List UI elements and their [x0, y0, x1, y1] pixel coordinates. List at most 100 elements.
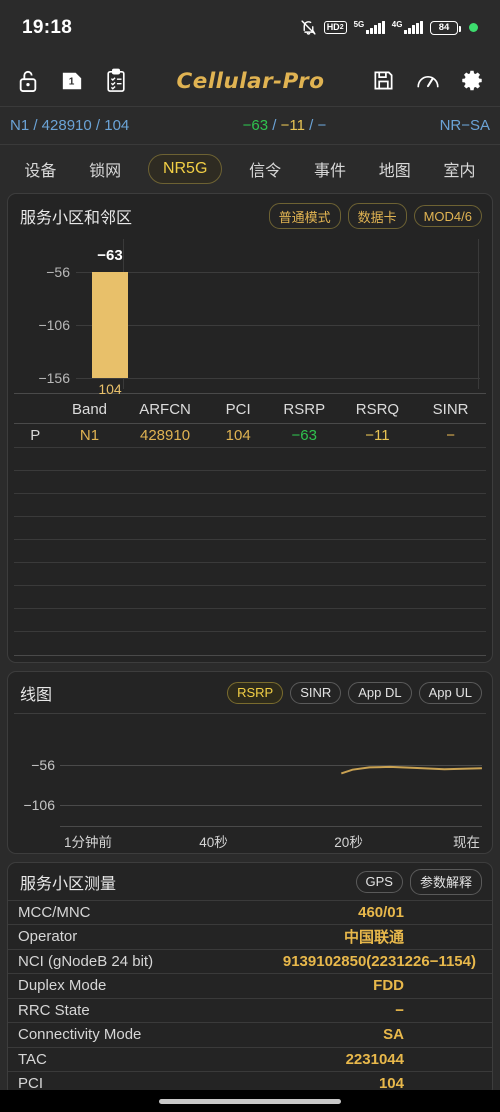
metric-rsrp-button[interactable]: RSRP: [227, 681, 284, 704]
line-chart-plot: −56 −106: [23, 720, 482, 827]
metric-sinr-button[interactable]: SINR: [290, 681, 342, 704]
param-explain-button[interactable]: 参数解释: [409, 868, 482, 895]
status-icon-group: HD 2 5G 4G 84: [300, 19, 478, 36]
bar-chart-ytick-1: −106: [38, 317, 70, 333]
line-chart-xtick-0: 1分钟前: [64, 834, 113, 850]
hd-sub-label: 2: [339, 24, 344, 31]
metric-app-dl-button[interactable]: App DL: [348, 681, 412, 704]
tab-nr5g[interactable]: NR5G: [147, 154, 223, 184]
measurement-card: 服务小区测量 GPS 参数解释 MCC/MNC 460/01 Operator …: [7, 861, 493, 1090]
cell-identity-label: N1 / 428910 / 104: [10, 117, 130, 134]
th-rsrq: RSRQ: [339, 398, 416, 424]
measurement-value: 9139102850(2231226−1154): [282, 952, 476, 970]
line-chart-card: 线图 RSRP SINR App DL App UL −56 −106 1分钟前…: [7, 670, 493, 854]
table-row: [14, 516, 486, 540]
measurement-key: Connectivity Mode: [18, 1026, 142, 1044]
battery-icon: 84: [430, 20, 461, 35]
table-row: [14, 585, 486, 609]
mute-bell-icon: [300, 19, 317, 36]
hd2-icon: HD 2: [323, 21, 347, 34]
metric-app-ul-button[interactable]: App UL: [418, 681, 482, 704]
tab-indoor[interactable]: 室内: [438, 153, 482, 185]
tab-map[interactable]: 地图: [373, 153, 417, 185]
th-arfcn: ARFCN: [122, 398, 208, 424]
speedometer-icon[interactable]: [414, 67, 442, 95]
signal-5g-bars: [366, 21, 385, 34]
cell-table: Band ARFCN PCI RSRP RSRQ SINR P N1 42891: [14, 398, 486, 655]
save-floppy-icon[interactable]: [370, 67, 398, 95]
th-pci: PCI: [207, 398, 269, 424]
recording-dot-icon: [469, 23, 478, 32]
gear-icon[interactable]: [458, 67, 486, 95]
table-row: [14, 562, 486, 586]
sinr-value: −: [317, 117, 327, 134]
measurement-value: 460/01: [358, 903, 404, 921]
measurement-value: −: [395, 1001, 404, 1019]
tab-events[interactable]: 事件: [308, 153, 352, 185]
main-content: 服务小区和邻区 普通模式 数据卡 MOD4/6 −56 −106 −156 −6…: [0, 193, 500, 1090]
bar-chart-xtick-0: 104: [98, 381, 122, 397]
table-row[interactable]: P N1 428910 104 −63 −11 −: [14, 423, 486, 448]
measurement-value: 2231044: [345, 1050, 404, 1068]
cell-table-header-row: Band ARFCN PCI RSRP RSRQ SINR: [14, 398, 486, 424]
unlock-icon[interactable]: [14, 67, 42, 95]
rsrp-value: −63: [242, 117, 269, 134]
status-clock: 19:18: [22, 16, 73, 38]
serving-cell-title: 服务小区和邻区: [20, 210, 133, 227]
tab-devices[interactable]: 设备: [18, 153, 62, 185]
cell-info-bar: N1 / 428910 / 104 −63 / −11 / − NR−SA: [0, 107, 500, 145]
sim-card-1-icon[interactable]: 1: [58, 67, 86, 95]
clipboard-checklist-icon[interactable]: [102, 67, 130, 95]
svg-text:1: 1: [69, 76, 75, 87]
measurement-key: Duplex Mode: [18, 977, 107, 995]
line-chart-x-axis: [60, 825, 482, 827]
cell-sinr: −: [415, 423, 486, 448]
list-item: MCC/MNC 460/01: [8, 899, 492, 925]
measurement-key: Operator: [18, 928, 78, 946]
table-row: [14, 470, 486, 494]
measurement-key: MCC/MNC: [18, 903, 91, 921]
serving-cell-bar-chart: −56 −106 −156 −63 104: [14, 239, 486, 397]
normal-mode-button[interactable]: 普通模式: [268, 203, 341, 229]
table-row: [14, 539, 486, 563]
cell-table-wrap: Band ARFCN PCI RSRP RSRQ SINR P N1 42891: [14, 393, 486, 656]
line-chart-x-labels: 1分钟前 40秒 20秒 现在: [60, 831, 482, 851]
network-mode-label: NR−SA: [439, 117, 490, 134]
table-row: [14, 493, 486, 517]
cell-marker: P: [14, 423, 57, 448]
data-card-button[interactable]: 数据卡: [347, 203, 407, 229]
signal-5g-label: 5G: [353, 20, 365, 29]
list-item: PCI 104: [8, 1071, 492, 1090]
rsrp-line-chart: −56 −106 1分钟前 40秒 20秒 现在: [14, 712, 486, 853]
cell-band: N1: [56, 423, 123, 448]
app-logo: Cellular-Pro: [176, 68, 324, 93]
th-band: Band: [56, 398, 123, 424]
mod-button[interactable]: MOD4/6: [413, 205, 482, 227]
rsrq-value: −11: [280, 117, 305, 134]
cell-rsrq: −11: [339, 423, 416, 448]
serving-cell-card-header: 服务小区和邻区 普通模式 数据卡 MOD4/6: [8, 194, 492, 237]
th-marker: [14, 398, 57, 424]
gps-button[interactable]: GPS: [355, 870, 403, 893]
list-item: NCI (gNodeB 24 bit) 9139102850(2231226−1…: [8, 948, 492, 974]
hd-label: HD: [326, 22, 340, 32]
measurement-value: FDD: [373, 977, 404, 995]
signal-4g-bars: [404, 21, 423, 34]
cell-table-body: P N1 428910 104 −63 −11 −: [14, 423, 486, 655]
measurement-key: RRC State: [18, 1001, 90, 1019]
th-sinr: SINR: [415, 398, 486, 424]
metrics-separator-1: /: [268, 117, 281, 134]
table-row: [14, 447, 486, 471]
tab-signaling[interactable]: 信令: [243, 153, 287, 185]
home-indicator-bar[interactable]: [0, 1090, 500, 1112]
tab-bar: 设备 锁网 NR5G 信令 事件 地图 室内: [0, 145, 500, 193]
line-chart-ytick-1: −106: [23, 796, 55, 813]
home-indicator[interactable]: [159, 1098, 341, 1104]
app-bar: 1 Cellular-Pro: [0, 55, 500, 107]
tab-lock-network[interactable]: 锁网: [83, 153, 127, 185]
line-chart-xtick-3: 现在: [453, 834, 480, 850]
metrics-separator-2: /: [304, 117, 318, 134]
list-item: Connectivity Mode SA: [8, 1022, 492, 1047]
measurement-title: 服务小区测量: [20, 875, 117, 893]
list-item: TAC 2231044: [8, 1046, 492, 1072]
